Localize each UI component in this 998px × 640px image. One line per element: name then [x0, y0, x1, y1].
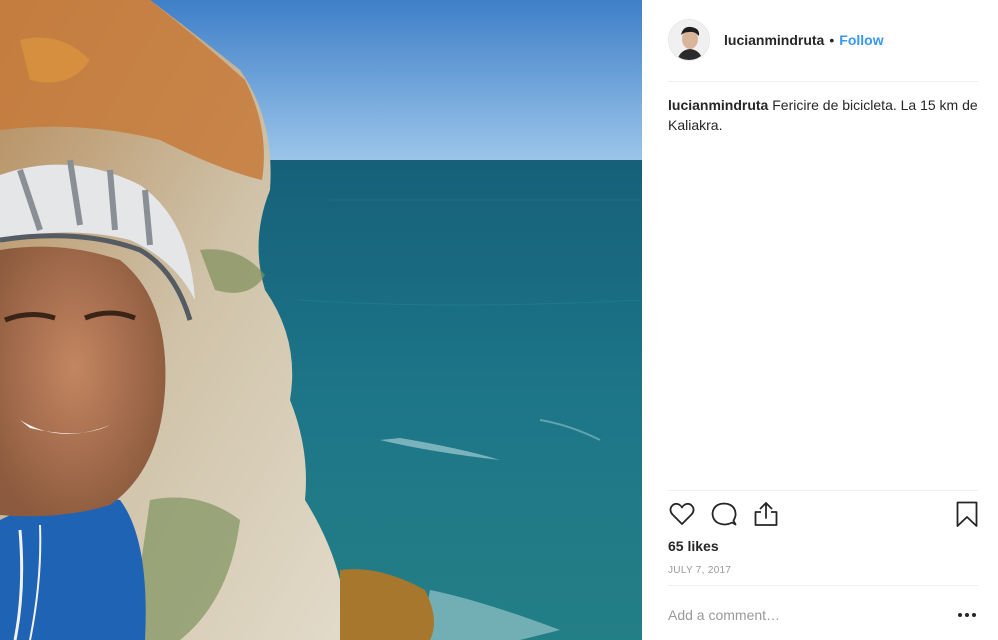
bookmark-icon: [956, 501, 978, 527]
share-icon: [754, 502, 778, 526]
post-header: lucianmindruta • Follow: [668, 18, 978, 62]
post-username[interactable]: lucianmindruta: [724, 32, 824, 48]
speech-bubble-icon: [711, 502, 737, 526]
likes-count[interactable]: 65 likes: [668, 538, 719, 554]
divider: [668, 490, 978, 491]
comment-button[interactable]: [710, 500, 740, 530]
add-comment-input[interactable]: [668, 604, 938, 626]
like-button[interactable]: [668, 500, 698, 530]
selfie-sea-cliff-image: [0, 0, 642, 640]
post-photo[interactable]: [0, 0, 642, 640]
caption-username[interactable]: lucianmindruta: [668, 97, 768, 113]
action-bar: [668, 500, 980, 532]
follow-button[interactable]: Follow: [839, 32, 883, 48]
divider: [668, 585, 978, 586]
more-dots-icon: [958, 613, 976, 617]
avatar[interactable]: [668, 19, 710, 61]
profile-picture: [669, 20, 709, 60]
save-button[interactable]: [954, 500, 984, 530]
post-date: JULY 7, 2017: [668, 565, 732, 576]
post-details-panel: lucianmindruta • Follow lucianmindruta F…: [642, 0, 998, 640]
post-caption: lucianmindruta Fericire de bicicleta. La…: [668, 95, 978, 135]
separator-dot: •: [829, 32, 835, 48]
heart-icon: [669, 502, 695, 525]
divider: [668, 81, 978, 82]
more-options-button[interactable]: [956, 606, 978, 624]
share-button[interactable]: [752, 500, 782, 530]
